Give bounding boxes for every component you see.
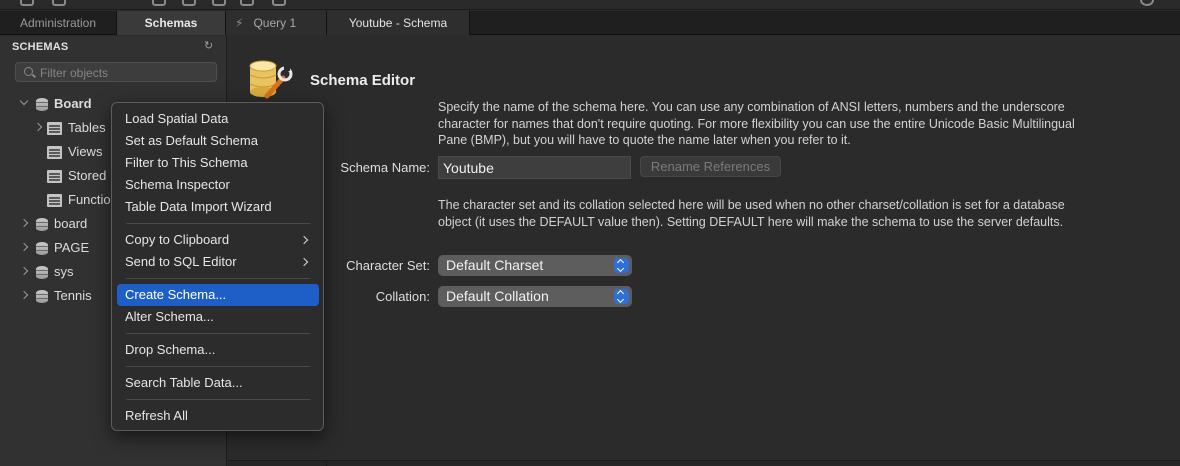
schema-label: board (54, 216, 88, 231)
chevron-right-icon[interactable] (33, 122, 43, 132)
select-arrows-icon (614, 258, 629, 273)
schema-label: sys (54, 264, 74, 279)
menu-separator (126, 223, 310, 224)
collation-value: Default Collation (446, 288, 549, 304)
schema-name-label: Schema Name: (340, 160, 430, 175)
rename-references-button[interactable]: Rename References (640, 156, 781, 177)
database-icon (36, 218, 48, 231)
character-set-label: Character Set: (346, 258, 430, 273)
collation-label: Collation: (375, 289, 430, 304)
settings-icon[interactable] (1140, 0, 1154, 6)
menu-table-data-import-wizard[interactable]: Table Data Import Wizard (117, 196, 319, 218)
folder-icon (47, 122, 62, 135)
menu-filter-to-schema[interactable]: Filter to This Schema (117, 152, 319, 174)
filter-box[interactable] (15, 62, 217, 82)
tree-item-label: Views (68, 144, 103, 159)
chevron-right-icon[interactable] (19, 266, 29, 276)
toolbar-icon[interactable] (182, 0, 196, 6)
lightning-icon: ⚡︎ (235, 16, 244, 30)
database-icon (36, 266, 48, 279)
schema-board[interactable]: board (18, 213, 118, 235)
tab-administration[interactable]: Administration (0, 11, 117, 35)
menu-set-default-schema[interactable]: Set as Default Schema (117, 130, 319, 152)
tree-item-tables[interactable]: Tables (33, 117, 114, 139)
database-icon (36, 290, 48, 303)
bottom-strip (228, 460, 1180, 466)
chevron-down-icon[interactable] (19, 96, 29, 106)
chevron-right-icon (299, 235, 309, 245)
folder-icon (47, 146, 62, 159)
menu-item-label: Copy to Clipboard (125, 232, 230, 247)
toolbar-icon[interactable] (20, 0, 34, 6)
charset-help-text: The character set and its collation sele… (438, 198, 1065, 229)
schema-board-expanded[interactable]: Board (18, 93, 118, 115)
tree-item-functions[interactable]: Functio (34, 189, 114, 211)
character-set-value: Default Charset (446, 257, 544, 273)
tab-bar: Administration Schemas ⚡︎ Query 1 Youtube… (0, 11, 1180, 35)
chevron-right-icon[interactable] (19, 242, 29, 252)
menu-load-spatial-data[interactable]: Load Spatial Data (117, 108, 319, 130)
schema-sys[interactable]: sys (18, 261, 118, 283)
tab-youtube-schema[interactable]: Youtube - Schema (327, 11, 470, 35)
folder-icon (47, 194, 62, 207)
collation-select[interactable]: Default Collation (438, 286, 632, 307)
search-icon (24, 67, 33, 76)
menu-copy-to-clipboard[interactable]: Copy to Clipboard (117, 229, 319, 251)
tree-item-label: Tables (68, 120, 106, 135)
menu-refresh-all[interactable]: Refresh All (117, 405, 319, 427)
menu-alter-schema[interactable]: Alter Schema... (117, 306, 319, 328)
toolbar-icon[interactable] (52, 0, 66, 6)
menu-separator (126, 333, 310, 334)
tree-item-label: Stored (68, 168, 107, 183)
sidebar-title: SCHEMAS (12, 41, 69, 53)
menu-separator (126, 366, 310, 367)
schema-context-menu: Load Spatial Data Set as Default Schema … (111, 102, 324, 431)
filter-input[interactable] (40, 65, 210, 80)
schema-label: PAGE (54, 240, 90, 255)
tree-item-views[interactable]: Views (34, 141, 114, 163)
menu-search-table-data[interactable]: Search Table Data... (117, 372, 319, 394)
toolbar-icon[interactable] (152, 0, 166, 6)
chevron-right-icon (299, 257, 309, 267)
tab-schemas[interactable]: Schemas (117, 11, 226, 35)
chevron-right-icon[interactable] (19, 290, 29, 300)
toolbar (0, 0, 1180, 10)
schema-name-help-text: Specify the name of the schema here. You… (438, 100, 1075, 147)
select-arrows-icon (614, 289, 629, 304)
menu-schema-inspector[interactable]: Schema Inspector (117, 174, 319, 196)
character-set-select[interactable]: Default Charset (438, 255, 632, 276)
tree-item-label: Functio (68, 192, 111, 207)
tab-query[interactable]: ⚡︎ Query 1 (226, 11, 327, 35)
folder-icon (47, 170, 62, 183)
database-icon (36, 98, 48, 111)
editor-title: Schema Editor (310, 72, 416, 89)
menu-separator (126, 278, 310, 279)
menu-send-to-sql-editor[interactable]: Send to SQL Editor (117, 251, 319, 273)
menu-item-label: Send to SQL Editor (125, 254, 237, 269)
tab-query-label: Query 1 (253, 16, 297, 30)
database-icon (36, 242, 48, 255)
schema-page[interactable]: PAGE (18, 237, 118, 259)
schema-name-input[interactable] (438, 156, 631, 179)
menu-drop-schema[interactable]: Drop Schema... (117, 339, 319, 361)
schema-label: Tennis (54, 288, 92, 303)
tree-item-stored-procedures[interactable]: Stored (34, 165, 114, 187)
schema-editor-icon (249, 60, 293, 99)
refresh-icon[interactable]: ↻ (204, 40, 216, 52)
menu-separator (126, 399, 310, 400)
schema-label: Board (54, 96, 92, 111)
toolbar-icon[interactable] (272, 0, 286, 6)
toolbar-icon[interactable] (212, 0, 226, 6)
schema-tennis[interactable]: Tennis (18, 285, 118, 307)
toolbar-icon[interactable] (240, 0, 254, 6)
menu-create-schema[interactable]: Create Schema... (117, 284, 319, 306)
chevron-right-icon[interactable] (19, 218, 29, 228)
